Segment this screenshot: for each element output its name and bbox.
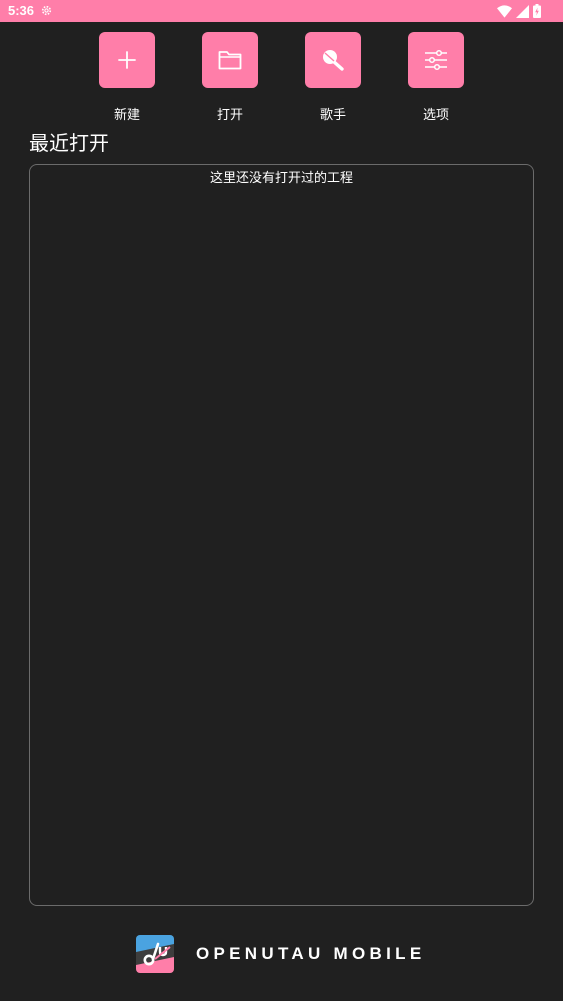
open-project-label: 打开 <box>216 108 243 123</box>
openutau-logo <box>136 935 174 973</box>
toolbar: 新建 打开 歌手 选项 <box>0 32 563 132</box>
singers-button[interactable] <box>305 32 361 88</box>
new-project-label: 新建 <box>113 108 140 123</box>
open-project-button[interactable] <box>202 32 258 88</box>
status-time: 5:36 <box>8 3 35 18</box>
settings-gear-icon <box>41 5 52 16</box>
microphone-icon <box>323 50 344 71</box>
status-icons <box>497 4 541 18</box>
empty-state-text: 这里还没有打开过的工程 <box>209 171 353 186</box>
sliders-icon <box>425 49 447 71</box>
app-brand: OPENUTAU MOBILE <box>136 935 425 973</box>
recent-projects-list[interactable]: 这里还没有打开过的工程 <box>29 164 534 906</box>
options-button[interactable] <box>408 32 464 88</box>
recent-section-title: 最近打开 <box>29 131 109 155</box>
battery-icon <box>533 4 541 18</box>
app-name: OPENUTAU MOBILE <box>196 944 426 963</box>
signal-icon <box>516 4 529 18</box>
singers-tool: 歌手 <box>305 32 361 123</box>
new-project-tool: 新建 <box>99 32 155 123</box>
folder-icon <box>218 51 242 70</box>
options-tool: 选项 <box>408 32 464 123</box>
wifi-icon <box>497 4 512 18</box>
plus-icon <box>118 51 136 69</box>
status-bar: 5:36 <box>0 0 563 22</box>
open-project-tool: 打开 <box>202 32 258 123</box>
singers-label: 歌手 <box>319 108 346 123</box>
options-label: 选项 <box>422 108 449 123</box>
new-project-button[interactable] <box>99 32 155 88</box>
